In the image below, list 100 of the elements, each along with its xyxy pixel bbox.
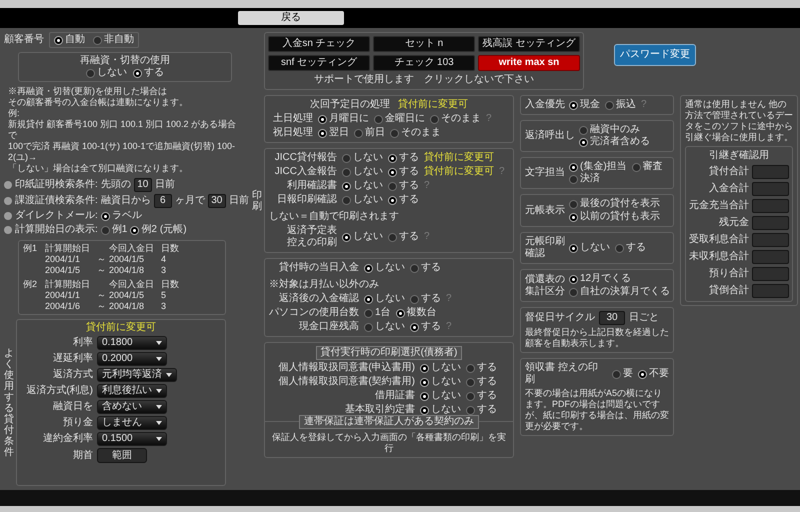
setting-label: 基本取引約定書: [344, 404, 415, 416]
radio-button[interactable]: しない: [420, 390, 461, 402]
radio-button[interactable]: する: [410, 321, 441, 333]
dropdown[interactable]: 含めない: [97, 400, 167, 414]
range-button[interactable]: 範囲: [97, 448, 147, 463]
radio-button[interactable]: 自動: [54, 34, 85, 46]
radio-button[interactable]: する: [388, 152, 419, 164]
radio-button[interactable]: しない: [420, 362, 461, 374]
input-field[interactable]: [752, 250, 789, 264]
radio-button[interactable]: ラベル: [100, 210, 142, 222]
radio-button[interactable]: する: [466, 376, 497, 388]
setting-label: 元帳印刷 確認: [525, 236, 565, 260]
number-field[interactable]: 30: [208, 194, 226, 208]
radio-button[interactable]: しない: [342, 194, 383, 206]
radio-button[interactable]: 複数台: [396, 307, 437, 319]
radio-button[interactable]: しない: [342, 180, 383, 192]
radio-button[interactable]: 以前の貸付も表示: [569, 211, 660, 223]
dropdown[interactable]: しません: [97, 416, 167, 430]
input-field[interactable]: [752, 216, 789, 230]
radio-button[interactable]: 審査: [632, 161, 663, 173]
setting-label: JICC入金報告: [274, 166, 337, 178]
radio-button[interactable]: 決済: [569, 173, 600, 185]
dropdown[interactable]: 0.1500: [97, 432, 167, 446]
radio-button[interactable]: する: [466, 390, 497, 402]
table-cell-text: 3: [161, 301, 168, 312]
radio-button[interactable]: 完済者含める: [579, 136, 650, 148]
label-text: 日前: [154, 179, 175, 191]
dropdown[interactable]: 元利均等返済: [97, 368, 177, 382]
radio-button[interactable]: 最後の貸付を表示: [569, 198, 660, 210]
dropdown[interactable]: 0.1800: [97, 336, 167, 350]
radio-button[interactable]: する: [615, 242, 646, 254]
radio-button[interactable]: 金曜日に: [374, 113, 425, 125]
input-field[interactable]: [752, 267, 789, 281]
radio-button[interactable]: する: [410, 293, 441, 305]
label-text: 先頭の: [100, 179, 131, 191]
bullet-icon: [4, 212, 12, 220]
note-text: 「しない」場合は全て別口融資になります。: [8, 163, 189, 174]
number-field[interactable]: 30: [599, 311, 625, 325]
input-field[interactable]: [752, 284, 789, 298]
radio-button[interactable]: 前日: [354, 127, 385, 139]
radio-button[interactable]: 翌日: [318, 127, 349, 139]
tool-button[interactable]: 入金sn チェック: [268, 36, 370, 52]
input-field[interactable]: [752, 233, 789, 247]
tool-button[interactable]: snf セッティング: [268, 55, 370, 71]
tool-button[interactable]: write max sn: [478, 55, 580, 71]
radio-button[interactable]: 12月でくる: [569, 273, 670, 285]
radio-button[interactable]: しない: [342, 152, 383, 164]
note-text: ※再融資・切替(更新)を使用した場合は: [8, 86, 168, 97]
tool-button[interactable]: 残高誤 セッティング: [478, 36, 580, 52]
radio-button[interactable]: しない: [420, 376, 461, 388]
radio-button[interactable]: 例1: [100, 224, 128, 236]
radio-button[interactable]: する: [133, 67, 164, 79]
radio-button[interactable]: する: [388, 194, 419, 206]
password-button[interactable]: パスワード変更: [614, 44, 696, 66]
radio-button[interactable]: する: [410, 262, 441, 274]
setting-label: 印紙証明検索条件:: [15, 179, 98, 191]
input-field[interactable]: [752, 199, 789, 213]
dropdown[interactable]: 0.2000: [97, 352, 167, 366]
tool-button[interactable]: チェック 103: [373, 55, 475, 71]
radio-button[interactable]: 不要: [638, 368, 669, 380]
radio-button[interactable]: する: [388, 180, 419, 192]
radio-button[interactable]: しない: [342, 231, 383, 243]
number-field[interactable]: 10: [134, 178, 152, 192]
radio-button[interactable]: そのまま: [390, 127, 441, 139]
radio-button[interactable]: する: [388, 231, 419, 243]
radio-button[interactable]: 月曜日に: [318, 113, 369, 125]
radio-button[interactable]: する: [466, 362, 497, 374]
table-cell-text: 5: [161, 290, 168, 301]
back-button[interactable]: 戻る: [238, 11, 344, 25]
radio-button[interactable]: する: [388, 166, 419, 178]
radio-button[interactable]: (集金)担当: [569, 161, 627, 173]
tool-button[interactable]: セット n: [373, 36, 475, 52]
radio-button[interactable]: しない: [364, 293, 405, 305]
dropdown[interactable]: 利息後払い: [97, 384, 167, 398]
input-field[interactable]: [752, 165, 789, 179]
note-text: 保証人を登録してから入力画面の「各種書類の印刷」を実行: [271, 432, 507, 454]
radio-button[interactable]: しない: [569, 242, 610, 254]
help-mark: ?: [446, 293, 452, 305]
input-field[interactable]: [752, 182, 789, 196]
radio-button[interactable]: 例2: [130, 224, 157, 236]
radio-button[interactable]: 要: [612, 368, 633, 380]
help-mark: ?: [486, 113, 492, 125]
caret-icon: [156, 357, 162, 361]
radio-button[interactable]: しない: [86, 67, 127, 79]
column-heading: 計算開始日: [45, 243, 91, 254]
radio-button[interactable]: 非自動: [93, 34, 134, 46]
radio-button[interactable]: そのまま: [430, 113, 481, 125]
radio-button[interactable]: しない: [364, 321, 405, 333]
number-field[interactable]: 6: [154, 194, 172, 208]
radio-button[interactable]: 1台: [364, 307, 391, 319]
radio-button[interactable]: しない: [364, 262, 405, 274]
radio-button[interactable]: しない: [342, 166, 383, 178]
table-cell-text: ～: [97, 290, 107, 301]
radio-button[interactable]: 現金: [569, 99, 600, 111]
radio-button[interactable]: 振込: [605, 99, 636, 111]
table-cell-text: 2004/1/6: [45, 301, 82, 312]
table-cell-text: 2004/1/8: [109, 301, 146, 312]
radio-button[interactable]: 自社の決算月でくる: [569, 286, 670, 298]
radio-button[interactable]: 融資中のみ: [579, 124, 640, 136]
support-caption: サポートで使用します クリックしないで下さい: [314, 74, 534, 86]
